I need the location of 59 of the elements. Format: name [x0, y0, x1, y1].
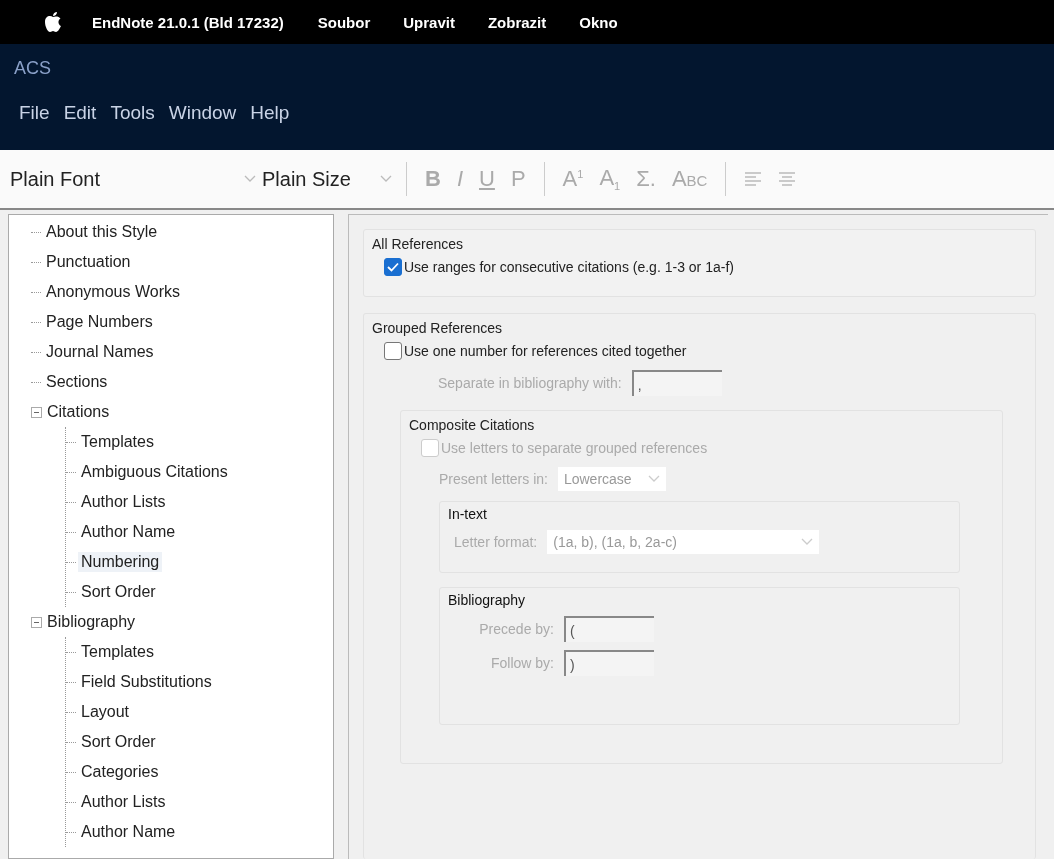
caret-icon	[801, 538, 814, 546]
caret-icon	[380, 175, 392, 183]
menu-item[interactable]: Window	[168, 102, 237, 124]
tree-item[interactable]: Author Name	[78, 822, 179, 842]
group-title: All References	[372, 236, 465, 252]
tree-item[interactable]: Ambiguous Citations	[78, 462, 231, 482]
tree-item[interactable]: Sort Order	[78, 732, 159, 752]
tree-item[interactable]: Journal Names	[43, 342, 157, 362]
align-left-icon	[744, 171, 763, 187]
apple-icon	[44, 11, 62, 33]
checkbox-label: Use letters to separate grouped references	[441, 440, 708, 456]
app-name-menu[interactable]: EndNote 21.0.1 (Bld 17232)	[92, 13, 284, 31]
caret-icon	[244, 175, 256, 183]
collapse-icon[interactable]	[31, 616, 42, 628]
field-label: Present letters in:	[439, 471, 548, 487]
field-label: Follow by:	[489, 655, 554, 671]
window-title: ACS	[14, 58, 52, 80]
checkbox-label: Use one number for references cited together	[404, 343, 687, 359]
checkbox[interactable]	[384, 258, 402, 276]
collapse-icon[interactable]	[31, 406, 42, 418]
tree-item[interactable]: Author Name	[78, 522, 179, 542]
group-title: Composite Citations	[409, 417, 536, 433]
checkbox-label: Use ranges for consecutive citations (e.g. 1-3 or 1a-f)	[404, 259, 734, 275]
field-label: Letter format:	[454, 534, 538, 550]
menu-item[interactable]: Help	[250, 102, 290, 124]
font-dropdown[interactable]: Plain Font	[10, 161, 260, 197]
caret-icon	[647, 475, 660, 483]
field-label: Separate in bibliography with:	[438, 375, 622, 391]
menu-item[interactable]: Zobrazit	[487, 13, 547, 31]
tree-item[interactable]: Author Lists	[78, 492, 169, 512]
align-center-icon	[778, 171, 797, 187]
group-title: Grouped References	[372, 320, 503, 336]
checkbox[interactable]	[384, 342, 402, 360]
tree-item[interactable]: Sort Order	[78, 582, 159, 602]
tree-item[interactable]: Page Numbers	[43, 312, 156, 332]
field-label: Precede by:	[478, 621, 554, 637]
menu-item[interactable]: Tools	[110, 102, 155, 124]
tree-item[interactable]: Layout	[78, 702, 133, 722]
group-title: Bibliography	[448, 592, 527, 608]
menu-item[interactable]: Soubor	[317, 13, 371, 31]
size-dropdown[interactable]: Plain Size	[262, 161, 396, 197]
menu-item[interactable]: Okno	[579, 13, 618, 31]
tree-item[interactable]: Sections	[43, 372, 111, 392]
tree-item[interactable]: Numbering	[78, 552, 163, 572]
menu-item[interactable]: Upravit	[403, 13, 455, 31]
tree-item[interactable]: Citations	[44, 402, 113, 422]
tree-item[interactable]: Punctuation	[43, 252, 134, 272]
tree-item[interactable]: Anonymous Works	[43, 282, 183, 302]
tree-item[interactable]: Categories	[78, 762, 162, 782]
menu-item[interactable]: Edit	[63, 102, 97, 124]
tree-item[interactable]: About this Style	[43, 222, 161, 242]
tree-item[interactable]: Templates	[78, 432, 157, 452]
group-title: In-text	[448, 506, 488, 522]
tree-item[interactable]: Bibliography	[44, 612, 139, 632]
menu-item[interactable]: File	[19, 102, 50, 124]
checkmark-icon	[387, 262, 399, 272]
tree-item[interactable]: Templates	[78, 642, 157, 662]
tree-item[interactable]: Field Substitutions	[78, 672, 215, 692]
tree-item[interactable]: Author Lists	[78, 792, 169, 812]
